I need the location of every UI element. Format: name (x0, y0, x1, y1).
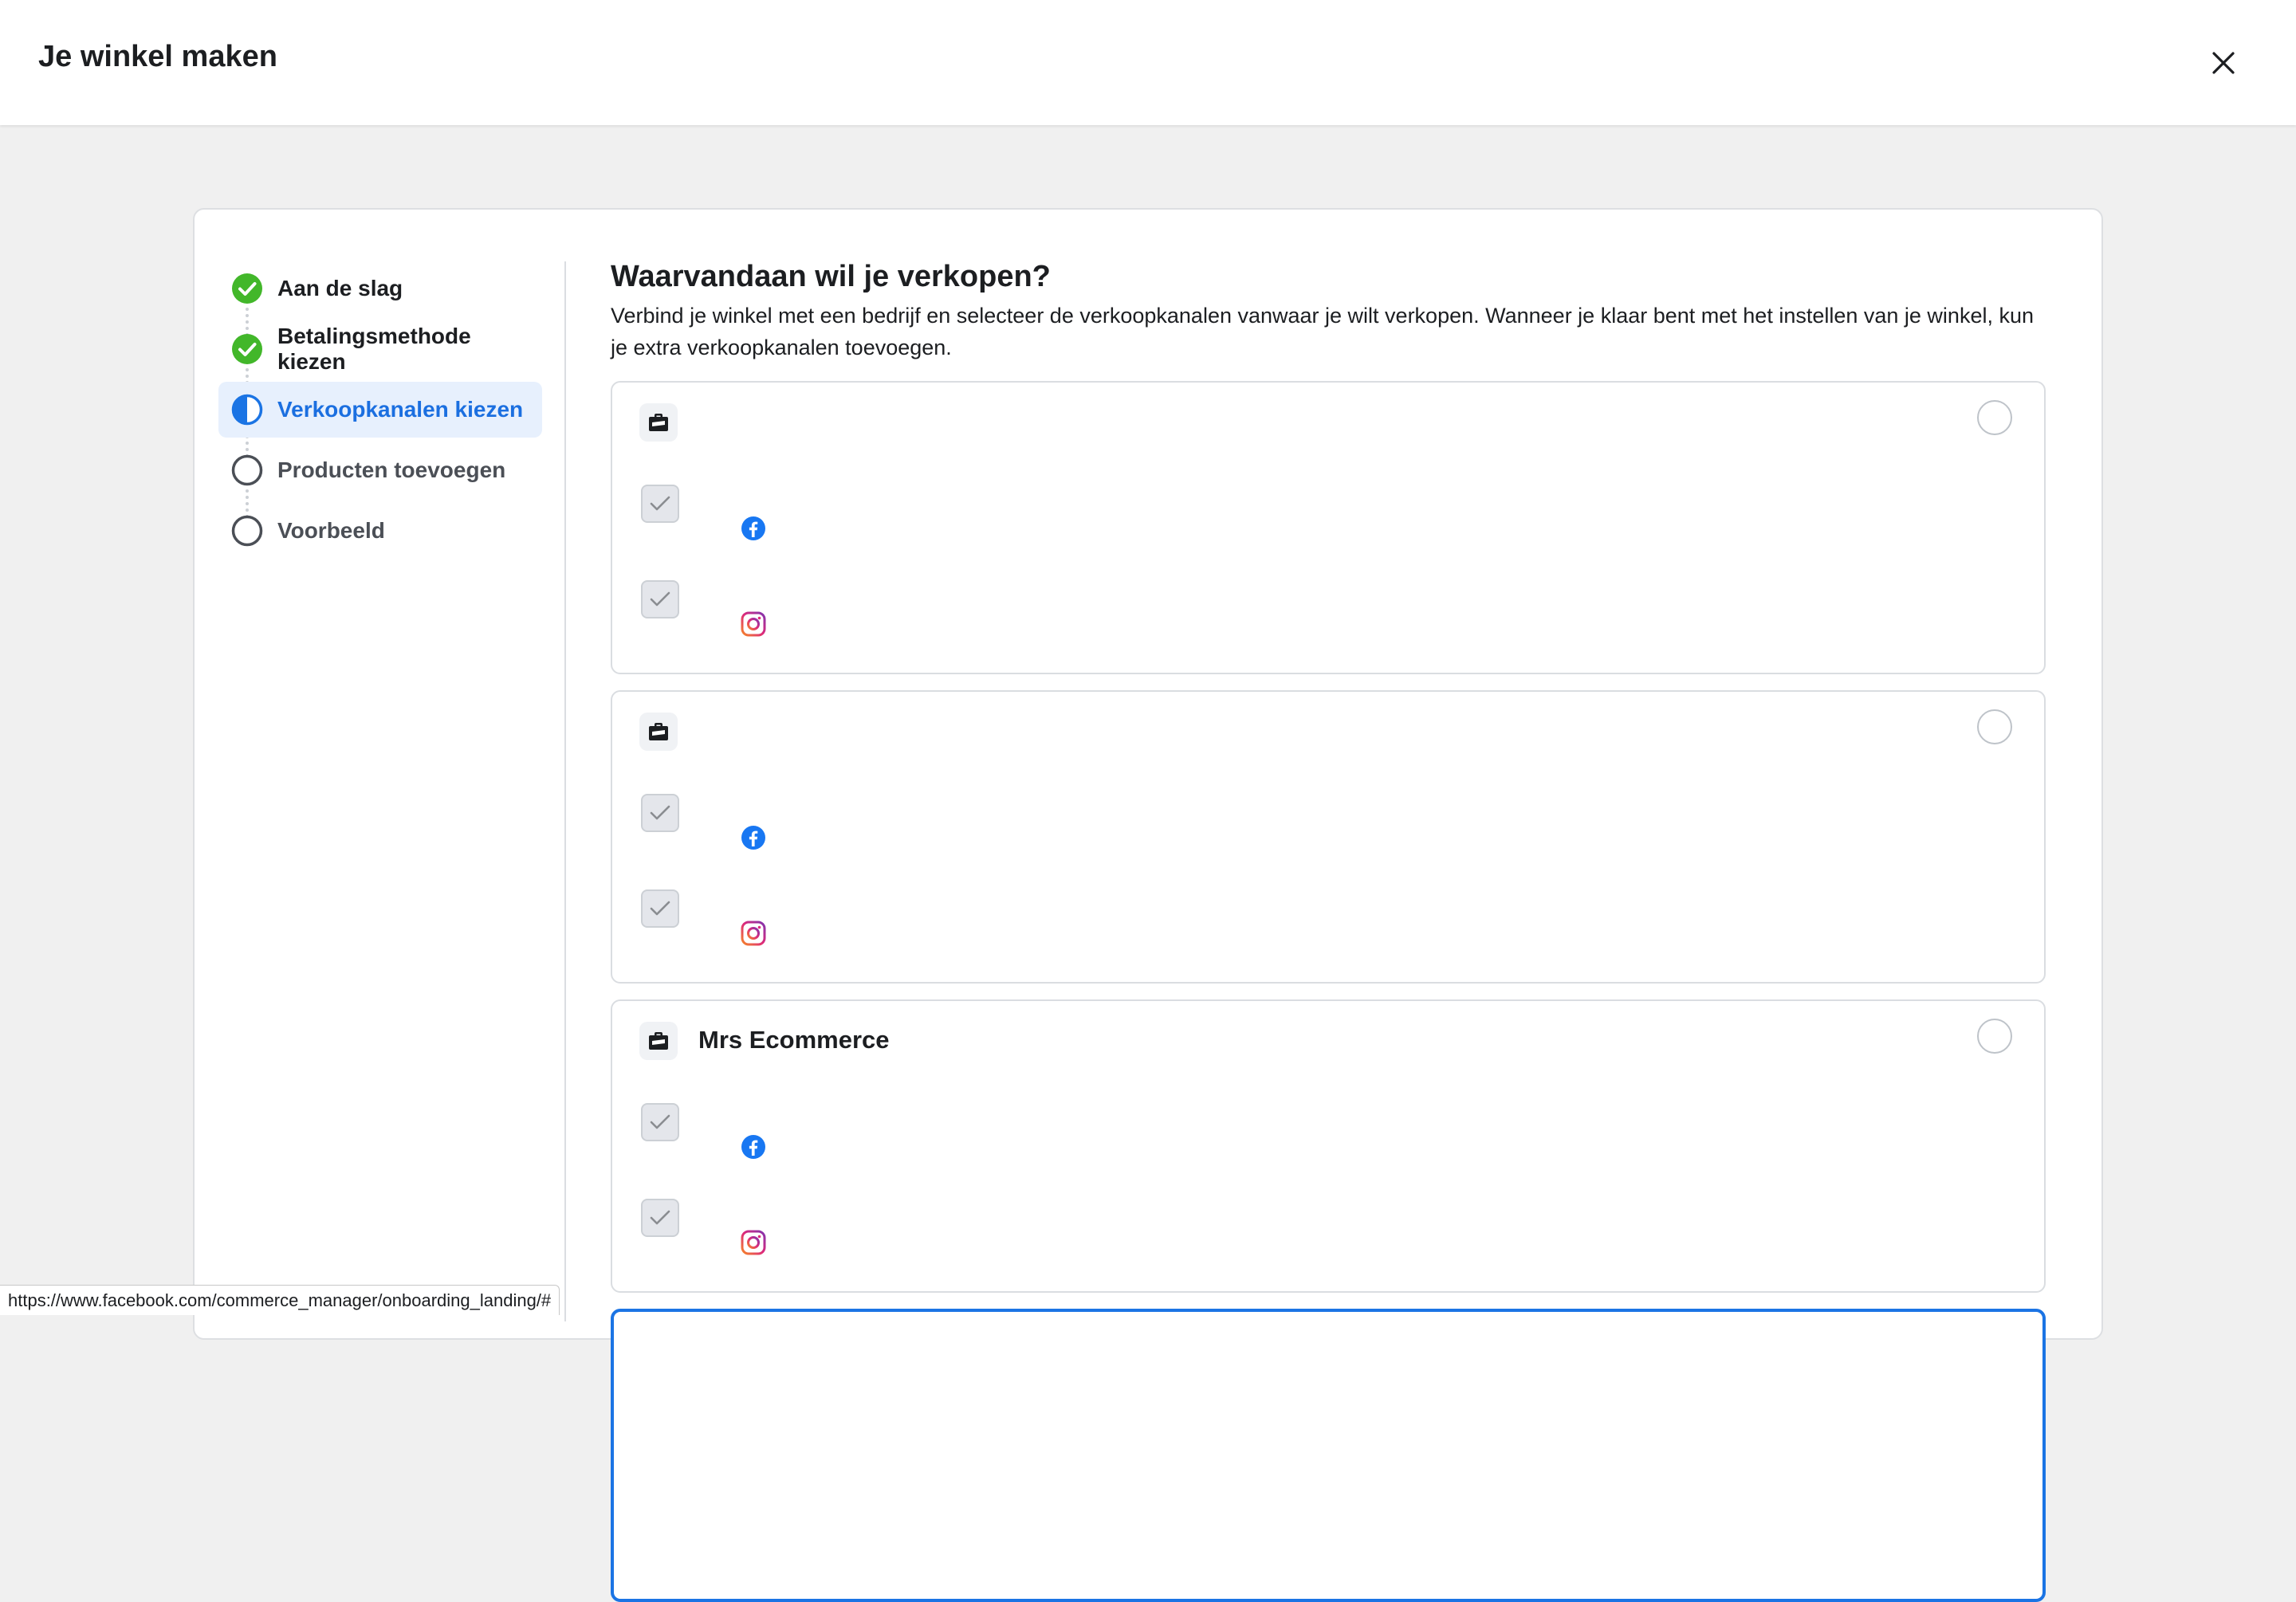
channel-checkbox[interactable] (641, 794, 679, 832)
checkmark-icon (650, 591, 670, 607)
close-icon (2212, 52, 2235, 74)
checkmark-icon (650, 1210, 670, 1225)
step-done-check-icon (231, 273, 263, 304)
checkmark-icon (650, 901, 670, 916)
business-option[interactable] (611, 690, 2046, 984)
step-verkoopkanalen[interactable]: Verkoopkanalen kiezen (218, 382, 542, 438)
checkmark-icon (650, 805, 670, 820)
section-heading: Waarvandaan wil je verkopen? (611, 260, 1051, 293)
close-button[interactable] (2204, 43, 2243, 83)
shop-icon (639, 403, 678, 442)
step-todo-circle-icon (231, 515, 263, 547)
business-radio[interactable] (1977, 400, 2012, 435)
channel-checkbox[interactable] (641, 1103, 679, 1141)
business-option[interactable]: Mrs Ecommerce (611, 999, 2046, 1293)
shop-icon (639, 1022, 678, 1060)
step-label: Voorbeeld (277, 518, 385, 543)
channel-checkbox[interactable] (641, 485, 679, 523)
instagram-icon (740, 920, 767, 947)
step-aan-de-slag[interactable]: Aan de slag (218, 261, 542, 316)
step-todo-circle-icon (231, 454, 263, 486)
step-voorbeeld[interactable]: Voorbeeld (218, 503, 542, 559)
section-description: Verbind je winkel met een bedrijf en sel… (611, 304, 2034, 359)
instagram-icon (740, 1229, 767, 1256)
business-option[interactable] (611, 1309, 2046, 1602)
step-producten-toevoegen[interactable]: Producten toevoegen (218, 442, 542, 498)
checkmark-icon (650, 496, 670, 511)
top-bar: Je winkel maken (0, 0, 2296, 125)
business-radio[interactable] (1977, 709, 2012, 744)
channel-checkbox[interactable] (641, 889, 679, 928)
facebook-icon (740, 1133, 767, 1160)
facebook-icon (740, 824, 767, 851)
business-option[interactable] (611, 381, 2046, 674)
step-label: Betalingsmethode kiezen (277, 324, 471, 374)
facebook-icon (740, 515, 767, 542)
step-label: Verkoopkanalen kiezen (277, 397, 524, 422)
business-name: Mrs Ecommerce (698, 1026, 890, 1054)
page-title: Je winkel maken (38, 40, 277, 73)
step-in-progress-icon (231, 394, 263, 426)
step-done-check-icon (231, 333, 263, 365)
link-preview-statusbar: https://www.facebook.com/commerce_manage… (0, 1285, 560, 1315)
instagram-icon (740, 611, 767, 638)
channel-checkbox[interactable] (641, 580, 679, 618)
business-radio[interactable] (1977, 1019, 2012, 1054)
shop-icon (639, 713, 678, 751)
sidebar-divider (564, 261, 566, 1321)
step-betalingsmethode[interactable]: Betalingsmethode kiezen (218, 321, 542, 377)
step-label: Producten toevoegen (277, 457, 506, 482)
step-label: Aan de slag (277, 276, 403, 300)
checkmark-icon (650, 1114, 670, 1129)
channel-checkbox[interactable] (641, 1199, 679, 1237)
